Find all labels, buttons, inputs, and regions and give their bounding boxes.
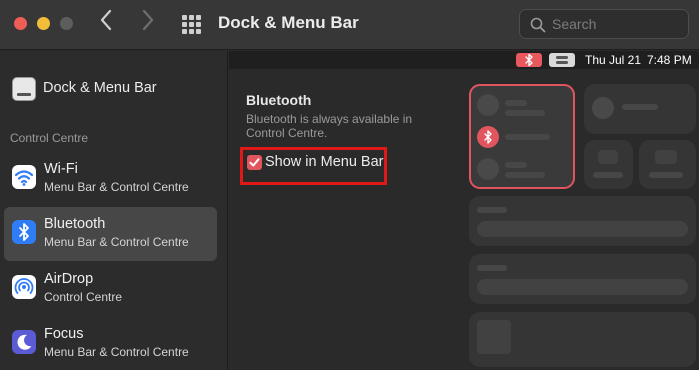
search-icon <box>530 17 546 33</box>
zoom-window-button[interactable] <box>60 17 73 30</box>
display-slider-tile <box>469 196 696 246</box>
placeholder-circle <box>592 97 614 119</box>
placeholder-line <box>505 110 545 116</box>
placeholder-line <box>505 162 527 168</box>
sidebar-item-bluetooth[interactable]: Bluetooth Menu Bar & Control Centre <box>4 207 217 261</box>
connectivity-tile <box>469 84 575 189</box>
checkbox-label[interactable]: Show in Menu Bar <box>265 154 383 170</box>
bluetooth-toggle-icon <box>477 126 499 148</box>
minimize-window-button[interactable] <box>37 17 50 30</box>
small-tile <box>584 140 633 189</box>
sidebar-item-subtitle: Menu Bar & Control Centre <box>44 345 189 359</box>
menubar-time: 7:48 PM <box>647 53 692 67</box>
small-tile <box>639 140 696 189</box>
placeholder-circle <box>477 158 499 180</box>
focus-moon-icon <box>12 330 36 354</box>
placeholder-line <box>505 172 545 178</box>
sidebar-item-wifi[interactable]: Wi-Fi Menu Bar & Control Centre <box>4 152 217 206</box>
placeholder-square <box>655 150 677 164</box>
section-description: Bluetooth is always available in Control… <box>246 112 413 140</box>
sidebar-item-dock-menu-bar[interactable]: Dock & Menu Bar <box>8 76 218 104</box>
sidebar-item-label: Dock & Menu Bar <box>43 80 157 96</box>
sound-slider-tile <box>469 254 696 304</box>
menu-bar-preview: Thu Jul 21 7:48 PM <box>229 51 699 69</box>
sidebar-item-subtitle: Control Centre <box>44 290 123 304</box>
placeholder-slider <box>477 279 688 295</box>
sidebar-item-title: AirDrop <box>44 271 94 287</box>
now-playing-tile <box>469 312 696 367</box>
window-title: Dock & Menu Bar <box>218 13 359 32</box>
placeholder-line <box>505 100 527 106</box>
chevron-left-icon[interactable] <box>99 9 113 38</box>
placeholder-slider <box>477 221 688 237</box>
sidebar-item-airdrop[interactable]: AirDrop Control Centre <box>4 262 217 316</box>
search-placeholder: Search <box>552 16 597 32</box>
wifi-icon <box>12 165 36 189</box>
window-titlebar: Dock & Menu Bar Search <box>0 0 699 50</box>
sidebar-item-title: Wi-Fi <box>44 161 78 177</box>
menubar-bluetooth-icon <box>516 53 542 67</box>
sidebar-item-title: Bluetooth <box>44 216 106 232</box>
placeholder-artwork <box>477 320 511 354</box>
menubar-date: Thu Jul 21 <box>585 53 642 67</box>
sidebar-item-subtitle: Menu Bar & Control Centre <box>44 180 189 194</box>
bluetooth-icon <box>12 220 36 244</box>
sidebar-section-header: Control Centre <box>10 131 89 145</box>
sidebar-item-focus[interactable]: Focus Menu Bar & Control Centre <box>4 317 217 370</box>
search-field[interactable]: Search <box>519 9 689 39</box>
close-window-button[interactable] <box>14 17 27 30</box>
placeholder-line <box>477 207 507 213</box>
focus-tile <box>584 84 696 134</box>
placeholder-line <box>505 134 550 140</box>
placeholder-line <box>593 172 623 178</box>
airdrop-icon <box>12 275 36 299</box>
sidebar: Dock & Menu Bar Control Centre Wi-Fi Men… <box>0 51 228 370</box>
control-centre-icon <box>549 53 575 67</box>
section-title: Bluetooth <box>246 92 312 108</box>
placeholder-line <box>477 265 507 271</box>
detail-pane: Thu Jul 21 7:48 PM Bluetooth Bluetooth i… <box>229 51 699 370</box>
placeholder-circle <box>477 94 499 116</box>
show-in-menu-bar-checkbox[interactable] <box>247 155 262 170</box>
placeholder-line <box>649 172 683 178</box>
placeholder-square <box>598 150 618 164</box>
sidebar-item-subtitle: Menu Bar & Control Centre <box>44 235 189 249</box>
chevron-right-icon[interactable] <box>141 9 155 38</box>
sidebar-item-title: Focus <box>44 326 84 342</box>
dock-icon <box>12 77 36 101</box>
grid-icon[interactable] <box>182 15 201 34</box>
placeholder-line <box>622 104 658 110</box>
